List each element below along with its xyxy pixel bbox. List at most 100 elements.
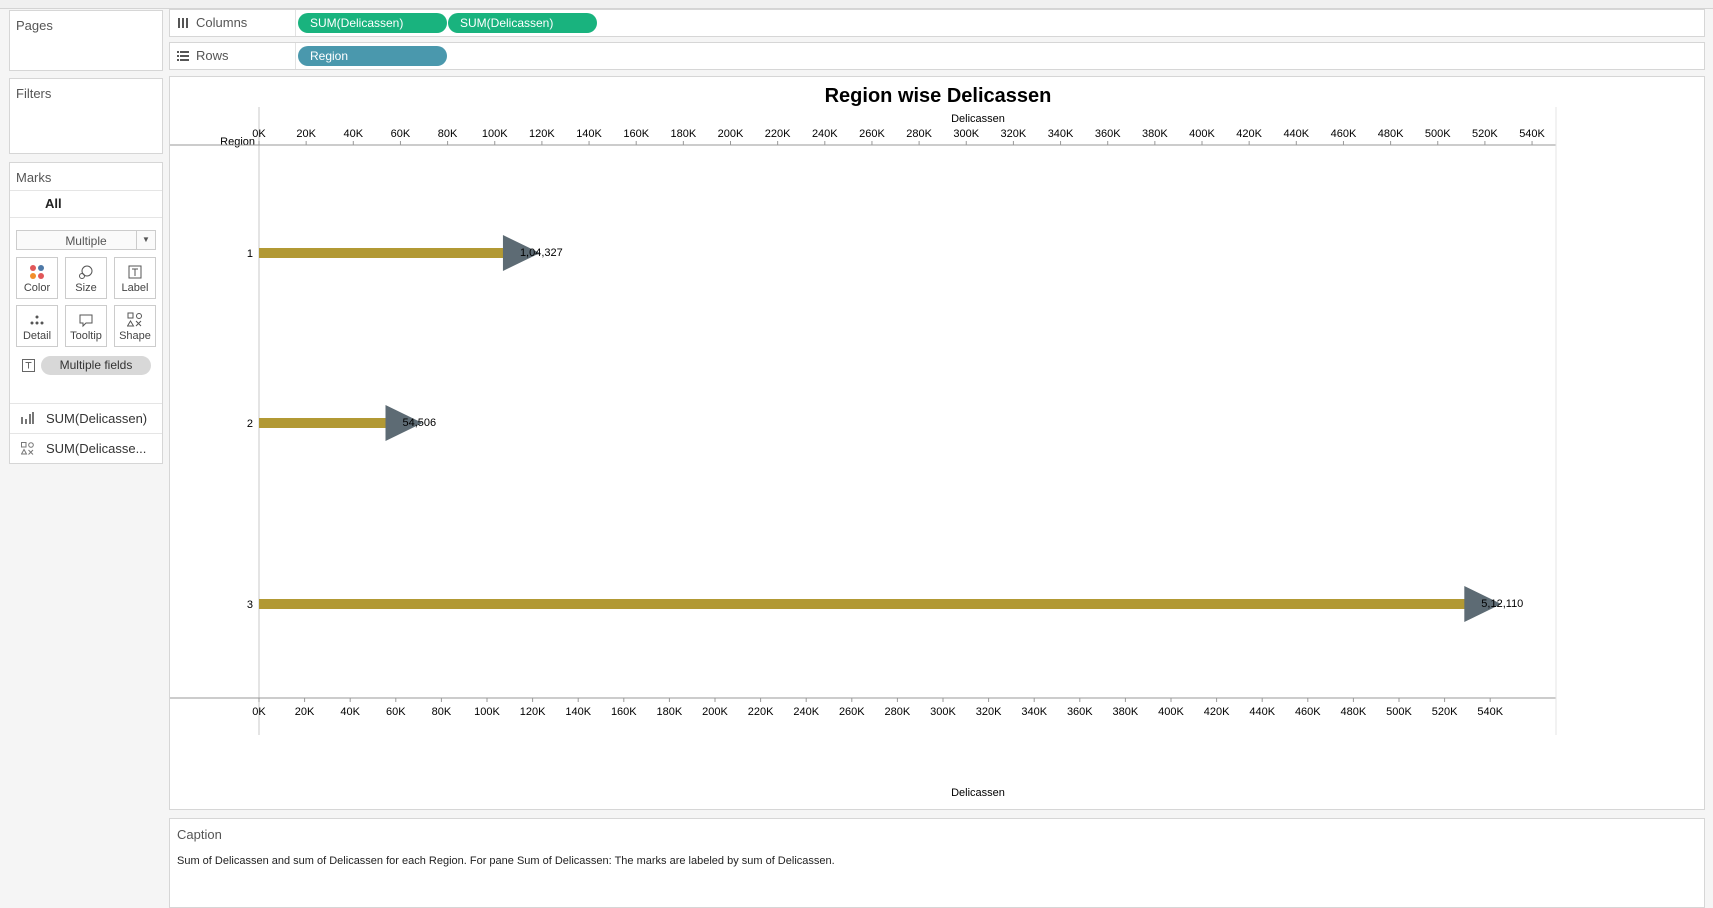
row-category-label: 1: [247, 248, 253, 260]
top-axis-tick-label: 300K: [953, 128, 979, 140]
bottom-axis-tick-label: 40K: [340, 706, 360, 718]
top-axis-tick-label: 540K: [1519, 128, 1545, 140]
bar: [259, 248, 505, 258]
bottom-axis-tick-label: 360K: [1067, 706, 1093, 718]
top-axis-tick-label: 60K: [391, 128, 411, 140]
bottom-axis-tick-label: 180K: [657, 706, 683, 718]
bottom-axis-tick-label: 420K: [1204, 706, 1230, 718]
filters-title: Filters: [16, 86, 52, 101]
top-axis-tick-label: 20K: [296, 128, 316, 140]
size-icon: [79, 265, 93, 279]
detail-button[interactable]: Detail: [16, 305, 58, 347]
column-pill-delicassen-1[interactable]: SUM(Delicassen): [298, 13, 447, 33]
chevron-down-icon[interactable]: ▼: [136, 231, 155, 249]
rows-label: Rows: [196, 48, 229, 63]
marks-card-tab-shape[interactable]: SUM(Delicasse...: [10, 433, 162, 463]
bar: [259, 599, 1467, 609]
marks-card-tab-shape-label: SUM(Delicasse...: [46, 441, 147, 456]
shelf-divider: [295, 10, 296, 36]
top-axis-tick-label: 420K: [1236, 128, 1262, 140]
rows-shelf[interactable]: Rows Region: [169, 42, 1705, 70]
top-tab-strip: [0, 0, 1713, 9]
top-axis-tick-label: 400K: [1189, 128, 1215, 140]
top-axis-tick-label: 360K: [1095, 128, 1121, 140]
label-button[interactable]: Label: [114, 257, 156, 299]
color-button[interactable]: Color: [16, 257, 58, 299]
top-axis-title: Delicassen: [951, 113, 1005, 125]
shape-icon: [21, 442, 34, 455]
color-icon: [30, 265, 44, 279]
column-pill-delicassen-2[interactable]: SUM(Delicassen): [448, 13, 597, 33]
bottom-axis-title: Delicassen: [951, 787, 1005, 799]
top-axis-tick-label: 340K: [1048, 128, 1074, 140]
color-label: Color: [23, 282, 51, 294]
bottom-axis-tick-label: 280K: [885, 706, 911, 718]
caption-panel[interactable]: Caption Sum of Delicassen and sum of Del…: [169, 818, 1705, 908]
bottom-axis-tick-label: 60K: [386, 706, 406, 718]
top-axis-tick-label: 500K: [1425, 128, 1451, 140]
top-axis-tick-label: 320K: [1001, 128, 1027, 140]
bottom-axis-tick-label: 400K: [1158, 706, 1184, 718]
bottom-axis-tick-label: 320K: [976, 706, 1002, 718]
top-axis-tick-label: 200K: [718, 128, 744, 140]
detail-icon: [30, 315, 44, 325]
tooltip-button[interactable]: Tooltip: [65, 305, 107, 347]
pages-panel[interactable]: Pages: [9, 10, 163, 71]
mark-type-dropdown[interactable]: Multiple ▼: [16, 230, 156, 250]
top-axis-tick-label: 440K: [1283, 128, 1309, 140]
bottom-axis-tick-label: 160K: [611, 706, 637, 718]
size-button[interactable]: Size: [65, 257, 107, 299]
size-label: Size: [75, 282, 97, 294]
top-axis-tick-label: 520K: [1472, 128, 1498, 140]
tooltip-icon: [79, 314, 93, 328]
bottom-axis-tick-label: 340K: [1021, 706, 1047, 718]
top-axis-tick-label: 260K: [859, 128, 885, 140]
bottom-axis-tick-label: 140K: [565, 706, 591, 718]
marks-card-tab-bar-label: SUM(Delicassen): [46, 411, 148, 426]
data-label: 5,12,110: [1481, 598, 1523, 610]
row-category-label: 3: [247, 599, 253, 611]
top-axis-tick-label: 180K: [670, 128, 696, 140]
marks-card-tab-bar[interactable]: SUM(Delicassen): [10, 403, 162, 433]
text-label-icon: [22, 359, 35, 372]
bottom-axis-tick-label: 300K: [930, 706, 956, 718]
bar-chart[interactable]: Region wise Delicassen Delicassen Delica…: [170, 77, 1704, 809]
bottom-axis-tick-label: 500K: [1386, 706, 1412, 718]
data-label: 1,04,327: [520, 247, 563, 259]
top-axis-tick-label: 100K: [482, 128, 508, 140]
multiple-fields-pill[interactable]: Multiple fields: [41, 356, 151, 375]
bottom-axis-tick-label: 100K: [474, 706, 500, 718]
columns-label: Columns: [196, 15, 248, 30]
shape-button[interactable]: Shape: [114, 305, 156, 347]
marks-panel: Marks All Multiple ▼ Color Size Label De…: [9, 162, 163, 464]
bar: [259, 418, 388, 428]
top-axis-tick-label: 40K: [344, 128, 364, 140]
columns-shelf[interactable]: Columns SUM(Delicassen) SUM(Delicassen): [169, 9, 1705, 37]
bottom-axis-tick-label: 20K: [295, 706, 315, 718]
bottom-axis-tick-label: 540K: [1477, 706, 1503, 718]
top-axis-tick-label: 160K: [623, 128, 649, 140]
bottom-axis-tick-label: 240K: [793, 706, 819, 718]
rows-icon: [177, 51, 189, 61]
marks-title: Marks: [16, 170, 52, 185]
data-label: 54,506: [402, 417, 436, 429]
row-category-label: 2: [247, 418, 253, 430]
bottom-axis-tick-label: 200K: [702, 706, 728, 718]
detail-label: Detail: [22, 330, 52, 342]
marks-all-tab[interactable]: All: [10, 190, 162, 218]
top-axis-tick-label: 120K: [529, 128, 555, 140]
top-axis-tick-label: 80K: [438, 128, 458, 140]
bottom-axis-tick-label: 380K: [1113, 706, 1139, 718]
bottom-axis-tick-label: 260K: [839, 706, 865, 718]
caption-title: Caption: [177, 827, 222, 842]
filters-panel[interactable]: Filters: [9, 78, 163, 154]
top-axis-tick-label: 220K: [765, 128, 791, 140]
bottom-axis-tick-label: 480K: [1341, 706, 1367, 718]
row-pill-region[interactable]: Region: [298, 46, 447, 66]
pages-title: Pages: [16, 18, 53, 33]
bottom-axis-tick-label: 220K: [748, 706, 774, 718]
row-header-title: Region: [220, 136, 255, 148]
viz-pane[interactable]: Region wise Delicassen Delicassen Delica…: [169, 76, 1705, 810]
top-axis-tick-label: 280K: [906, 128, 932, 140]
bottom-axis-tick-label: 80K: [432, 706, 452, 718]
